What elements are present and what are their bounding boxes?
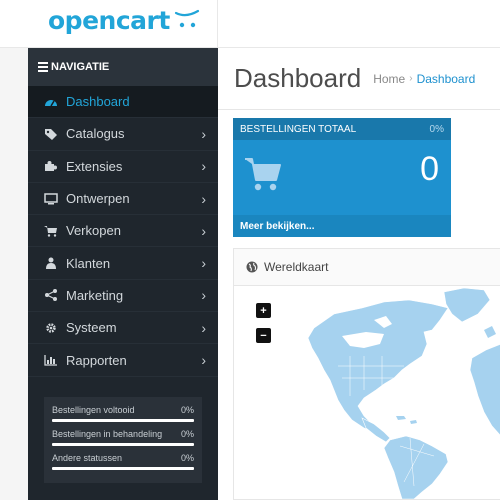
stat-value: 0% [180, 453, 194, 463]
map-heading: Wereldkaart [234, 249, 500, 286]
tile-title: BESTELLINGEN TOTAAL [240, 123, 357, 135]
stat-completed: Bestellingen voltooid 0% [52, 403, 194, 422]
sidebar-item-label: Verkopen [66, 223, 121, 239]
logo-cart-icon [174, 9, 199, 27]
gear-icon [44, 321, 58, 335]
bar-chart-icon [44, 353, 58, 367]
page-header: Dashboard Home › Dashboard [218, 48, 500, 110]
map-zoom-out-button[interactable]: − [256, 328, 271, 343]
shopping-cart-icon [245, 158, 281, 191]
stat-other: Andere statussen 0% [52, 451, 194, 470]
sidebar-item-label: Marketing [66, 287, 124, 303]
sidebar-item-dashboard[interactable]: Dashboard [28, 86, 218, 119]
sidebar-item-catalogus[interactable]: Catalogus › [28, 118, 218, 151]
map-title: Wereldkaart [264, 260, 329, 274]
opencart-logo[interactable]: opencart [48, 6, 200, 35]
order-status-stats: Bestellingen voltooid 0% Bestellingen in… [44, 397, 202, 483]
logo-text: opencart [48, 6, 170, 35]
monitor-icon [44, 192, 58, 206]
menu-icon [38, 60, 48, 74]
stat-label: Bestellingen in behandeling [52, 429, 163, 439]
globe-icon [246, 261, 258, 273]
sidebar-item-label: Klanten [66, 255, 111, 271]
top-header: opencart [0, 0, 500, 48]
sidebar-item-extensies[interactable]: Extensies › [28, 151, 218, 183]
sidebar-item-label: Extensies [66, 158, 123, 174]
stat-value: 0% [180, 405, 194, 415]
sidebar-heading[interactable]: NAVIGATIE [28, 48, 218, 86]
orders-total-value: 0 [420, 150, 439, 188]
world-map[interactable]: + − [234, 286, 500, 499]
stat-label: Bestellingen voltooid [52, 405, 135, 415]
sidebar-item-ontwerpen[interactable]: Ontwerpen › [28, 183, 218, 216]
progress-bar [52, 443, 194, 446]
breadcrumb-dashboard[interactable]: Dashboard [417, 72, 476, 86]
map-zoom-in-button[interactable]: + [256, 303, 271, 318]
tags-icon [44, 127, 58, 141]
left-gutter [0, 48, 28, 500]
sidebar-item-label: Ontwerpen [66, 191, 130, 207]
sidebar-item-klanten[interactable]: Klanten › [28, 247, 218, 280]
page-title: Dashboard [234, 63, 362, 93]
stat-processing: Bestellingen in behandeling 0% [52, 427, 194, 446]
sidebar-menu: Dashboard Catalogus › Extensies › Ontwer… [28, 86, 218, 377]
chevron-right-icon: › [201, 222, 206, 239]
sidebar-item-marketing[interactable]: Marketing › [28, 280, 218, 313]
sidebar-item-label: Systeem [66, 320, 117, 336]
sidebar-item-verkopen[interactable]: Verkopen › [28, 215, 218, 248]
stat-label: Andere statussen [52, 453, 123, 463]
progress-bar [52, 419, 194, 422]
tile-heading: BESTELLINGEN TOTAAL 0% [233, 118, 451, 140]
user-icon [44, 256, 58, 270]
world-map-panel: Wereldkaart + − [233, 248, 500, 500]
tile-body: 0 [233, 140, 451, 215]
orders-total-tile: BESTELLINGEN TOTAAL 0% 0 Meer bekijken..… [233, 118, 451, 237]
sidebar-item-label: Rapporten [66, 352, 127, 368]
sidebar-item-label: Catalogus [66, 126, 125, 142]
sidebar-item-systeem[interactable]: Systeem › [28, 312, 218, 345]
puzzle-icon [44, 159, 58, 173]
breadcrumb-home[interactable]: Home [373, 72, 405, 86]
chevron-right-icon: › [201, 190, 206, 207]
chevron-right-icon: › [201, 125, 206, 142]
progress-bar [52, 467, 194, 470]
chevron-right-icon: › [201, 352, 206, 369]
breadcrumb-separator: › [409, 73, 413, 84]
cart-icon [44, 224, 58, 238]
chevron-right-icon: › [201, 158, 206, 175]
view-more-link[interactable]: Meer bekijken... [233, 215, 451, 237]
main-content: Dashboard Home › Dashboard BESTELLINGEN … [218, 48, 500, 500]
share-icon [44, 288, 58, 302]
stat-value: 0% [180, 429, 194, 439]
chevron-right-icon: › [201, 255, 206, 272]
chevron-right-icon: › [201, 287, 206, 304]
breadcrumb: Home › Dashboard [373, 72, 475, 86]
world-map-land [307, 287, 500, 499]
header-divider [217, 0, 218, 48]
sidebar-item-label: Dashboard [66, 94, 130, 110]
tile-percent: 0% [429, 123, 444, 135]
sidebar-item-rapporten[interactable]: Rapporten › [28, 344, 218, 377]
sidebar-heading-label: NAVIGATIE [51, 61, 110, 73]
dashboard-icon [44, 95, 58, 109]
chevron-right-icon: › [201, 319, 206, 336]
sidebar: NAVIGATIE Dashboard Catalogus › Extensie… [28, 48, 218, 500]
